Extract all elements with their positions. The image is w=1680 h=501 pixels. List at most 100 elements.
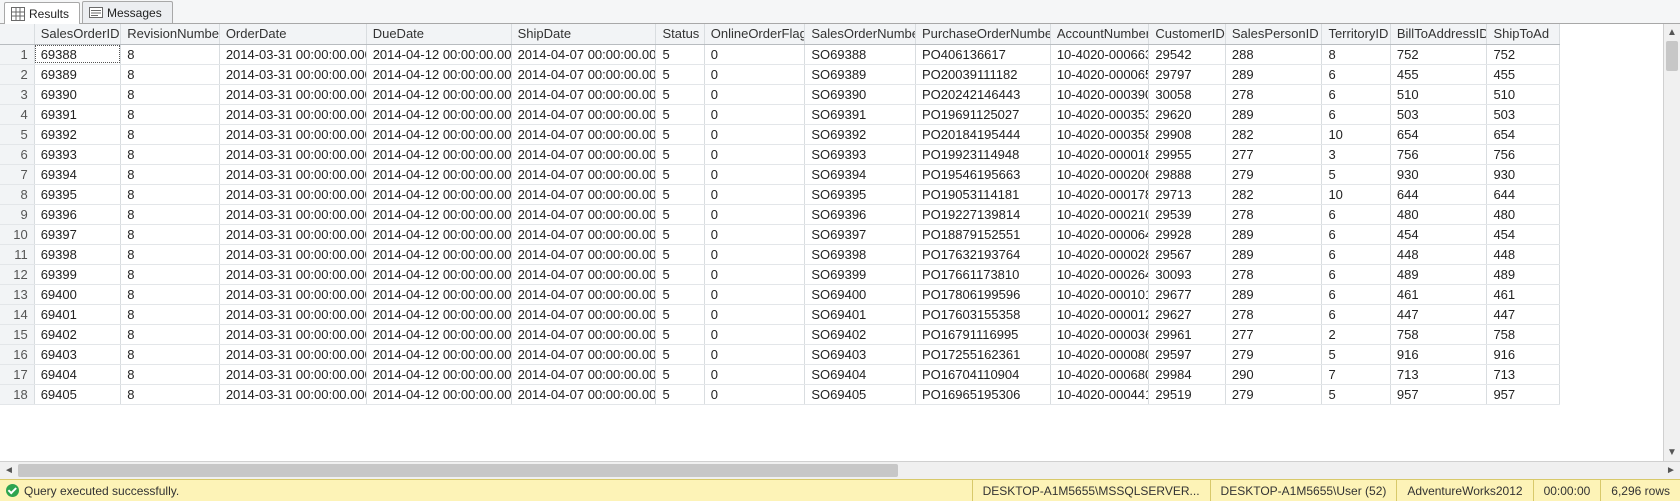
col-revisionnumber[interactable]: RevisionNumber	[121, 24, 220, 44]
cell-shiptoad[interactable]: 510	[1487, 84, 1560, 104]
cell-billtoaddressid[interactable]: 489	[1390, 264, 1487, 284]
cell-revisionnumber[interactable]: 8	[121, 104, 220, 124]
cell-onlineorderflag[interactable]: 0	[704, 284, 805, 304]
cell-accountnumber[interactable]: 10-4020-000065	[1050, 64, 1149, 84]
table-row[interactable]: 166940382014-03-31 00:00:00.0002014-04-1…	[0, 344, 1560, 364]
table-row[interactable]: 56939282014-03-31 00:00:00.0002014-04-12…	[0, 124, 1560, 144]
cell-shipdate[interactable]: 2014-04-07 00:00:00.000	[511, 84, 656, 104]
cell-salesordernumber[interactable]: SO69393	[805, 144, 916, 164]
cell-purchaseordernumber[interactable]: PO19923114948	[916, 144, 1051, 164]
cell-duedate[interactable]: 2014-04-12 00:00:00.000	[366, 224, 511, 244]
cell-salesordernumber[interactable]: SO69399	[805, 264, 916, 284]
cell-territoryid[interactable]: 3	[1322, 144, 1390, 164]
cell-shipdate[interactable]: 2014-04-07 00:00:00.000	[511, 364, 656, 384]
cell-shiptoad[interactable]: 758	[1487, 324, 1560, 344]
cell-duedate[interactable]: 2014-04-12 00:00:00.000	[366, 284, 511, 304]
cell-salespersonid[interactable]: 278	[1225, 204, 1322, 224]
cell-customerid[interactable]: 29542	[1149, 44, 1225, 64]
cell-salesorderid[interactable]: 69399	[34, 264, 121, 284]
cell-billtoaddressid[interactable]: 916	[1390, 344, 1487, 364]
row-number[interactable]: 16	[0, 344, 34, 364]
cell-salespersonid[interactable]: 288	[1225, 44, 1322, 64]
cell-duedate[interactable]: 2014-04-12 00:00:00.000	[366, 244, 511, 264]
cell-salespersonid[interactable]: 279	[1225, 344, 1322, 364]
cell-accountnumber[interactable]: 10-4020-000210	[1050, 204, 1149, 224]
cell-salesorderid[interactable]: 69405	[34, 384, 121, 404]
cell-purchaseordernumber[interactable]: PO406136617	[916, 44, 1051, 64]
col-shiptoad[interactable]: ShipToAd	[1487, 24, 1560, 44]
cell-purchaseordernumber[interactable]: PO19053114181	[916, 184, 1051, 204]
cell-duedate[interactable]: 2014-04-12 00:00:00.000	[366, 324, 511, 344]
cell-duedate[interactable]: 2014-04-12 00:00:00.000	[366, 344, 511, 364]
cell-customerid[interactable]: 29597	[1149, 344, 1225, 364]
cell-revisionnumber[interactable]: 8	[121, 184, 220, 204]
row-number[interactable]: 4	[0, 104, 34, 124]
cell-salesordernumber[interactable]: SO69392	[805, 124, 916, 144]
cell-shipdate[interactable]: 2014-04-07 00:00:00.000	[511, 304, 656, 324]
cell-shipdate[interactable]: 2014-04-07 00:00:00.000	[511, 144, 656, 164]
cell-salesordernumber[interactable]: SO69398	[805, 244, 916, 264]
cell-purchaseordernumber[interactable]: PO20039111182	[916, 64, 1051, 84]
cell-salesordernumber[interactable]: SO69397	[805, 224, 916, 244]
cell-salesorderid[interactable]: 69403	[34, 344, 121, 364]
cell-revisionnumber[interactable]: 8	[121, 124, 220, 144]
cell-onlineorderflag[interactable]: 0	[704, 264, 805, 284]
cell-onlineorderflag[interactable]: 0	[704, 344, 805, 364]
cell-shipdate[interactable]: 2014-04-07 00:00:00.000	[511, 384, 656, 404]
row-number[interactable]: 13	[0, 284, 34, 304]
cell-status[interactable]: 5	[656, 364, 704, 384]
cell-shipdate[interactable]: 2014-04-07 00:00:00.000	[511, 244, 656, 264]
table-row[interactable]: 186940582014-03-31 00:00:00.0002014-04-1…	[0, 384, 1560, 404]
scroll-left-icon[interactable]: ◄	[0, 462, 18, 480]
row-number[interactable]: 7	[0, 164, 34, 184]
cell-salesordernumber[interactable]: SO69394	[805, 164, 916, 184]
cell-duedate[interactable]: 2014-04-12 00:00:00.000	[366, 124, 511, 144]
table-row[interactable]: 116939882014-03-31 00:00:00.0002014-04-1…	[0, 244, 1560, 264]
row-number[interactable]: 12	[0, 264, 34, 284]
cell-revisionnumber[interactable]: 8	[121, 204, 220, 224]
cell-onlineorderflag[interactable]: 0	[704, 84, 805, 104]
cell-purchaseordernumber[interactable]: PO16704110904	[916, 364, 1051, 384]
col-salesordernumber[interactable]: SalesOrderNumber	[805, 24, 916, 44]
cell-purchaseordernumber[interactable]: PO17603155358	[916, 304, 1051, 324]
horizontal-scroll-thumb[interactable]	[18, 464, 898, 477]
cell-revisionnumber[interactable]: 8	[121, 344, 220, 364]
cell-salesordernumber[interactable]: SO69390	[805, 84, 916, 104]
cell-onlineorderflag[interactable]: 0	[704, 64, 805, 84]
row-number[interactable]: 9	[0, 204, 34, 224]
cell-duedate[interactable]: 2014-04-12 00:00:00.000	[366, 264, 511, 284]
row-number[interactable]: 18	[0, 384, 34, 404]
cell-accountnumber[interactable]: 10-4020-000064	[1050, 224, 1149, 244]
cell-accountnumber[interactable]: 10-4020-000680	[1050, 364, 1149, 384]
cell-salespersonid[interactable]: 278	[1225, 264, 1322, 284]
cell-salespersonid[interactable]: 278	[1225, 304, 1322, 324]
cell-salesordernumber[interactable]: SO69395	[805, 184, 916, 204]
cell-salesordernumber[interactable]: SO69404	[805, 364, 916, 384]
cell-orderdate[interactable]: 2014-03-31 00:00:00.000	[219, 164, 366, 184]
cell-salesorderid[interactable]: 69396	[34, 204, 121, 224]
cell-salespersonid[interactable]: 277	[1225, 144, 1322, 164]
cell-purchaseordernumber[interactable]: PO18879152551	[916, 224, 1051, 244]
cell-salesorderid[interactable]: 69397	[34, 224, 121, 244]
cell-salesordernumber[interactable]: SO69400	[805, 284, 916, 304]
cell-onlineorderflag[interactable]: 0	[704, 184, 805, 204]
cell-revisionnumber[interactable]: 8	[121, 244, 220, 264]
cell-territoryid[interactable]: 6	[1322, 284, 1390, 304]
col-purchaseordernumber[interactable]: PurchaseOrderNumber	[916, 24, 1051, 44]
cell-orderdate[interactable]: 2014-03-31 00:00:00.000	[219, 224, 366, 244]
col-customerid[interactable]: CustomerID	[1149, 24, 1225, 44]
cell-territoryid[interactable]: 10	[1322, 124, 1390, 144]
col-territoryid[interactable]: TerritoryID	[1322, 24, 1390, 44]
cell-customerid[interactable]: 29961	[1149, 324, 1225, 344]
cell-orderdate[interactable]: 2014-03-31 00:00:00.000	[219, 64, 366, 84]
cell-orderdate[interactable]: 2014-03-31 00:00:00.000	[219, 344, 366, 364]
cell-orderdate[interactable]: 2014-03-31 00:00:00.000	[219, 144, 366, 164]
cell-customerid[interactable]: 29567	[1149, 244, 1225, 264]
cell-accountnumber[interactable]: 10-4020-000018	[1050, 144, 1149, 164]
cell-shiptoad[interactable]: 654	[1487, 124, 1560, 144]
cell-salesordernumber[interactable]: SO69401	[805, 304, 916, 324]
cell-shiptoad[interactable]: 713	[1487, 364, 1560, 384]
scroll-down-icon[interactable]: ▼	[1664, 444, 1680, 461]
cell-shipdate[interactable]: 2014-04-07 00:00:00.000	[511, 344, 656, 364]
table-row[interactable]: 106939782014-03-31 00:00:00.0002014-04-1…	[0, 224, 1560, 244]
